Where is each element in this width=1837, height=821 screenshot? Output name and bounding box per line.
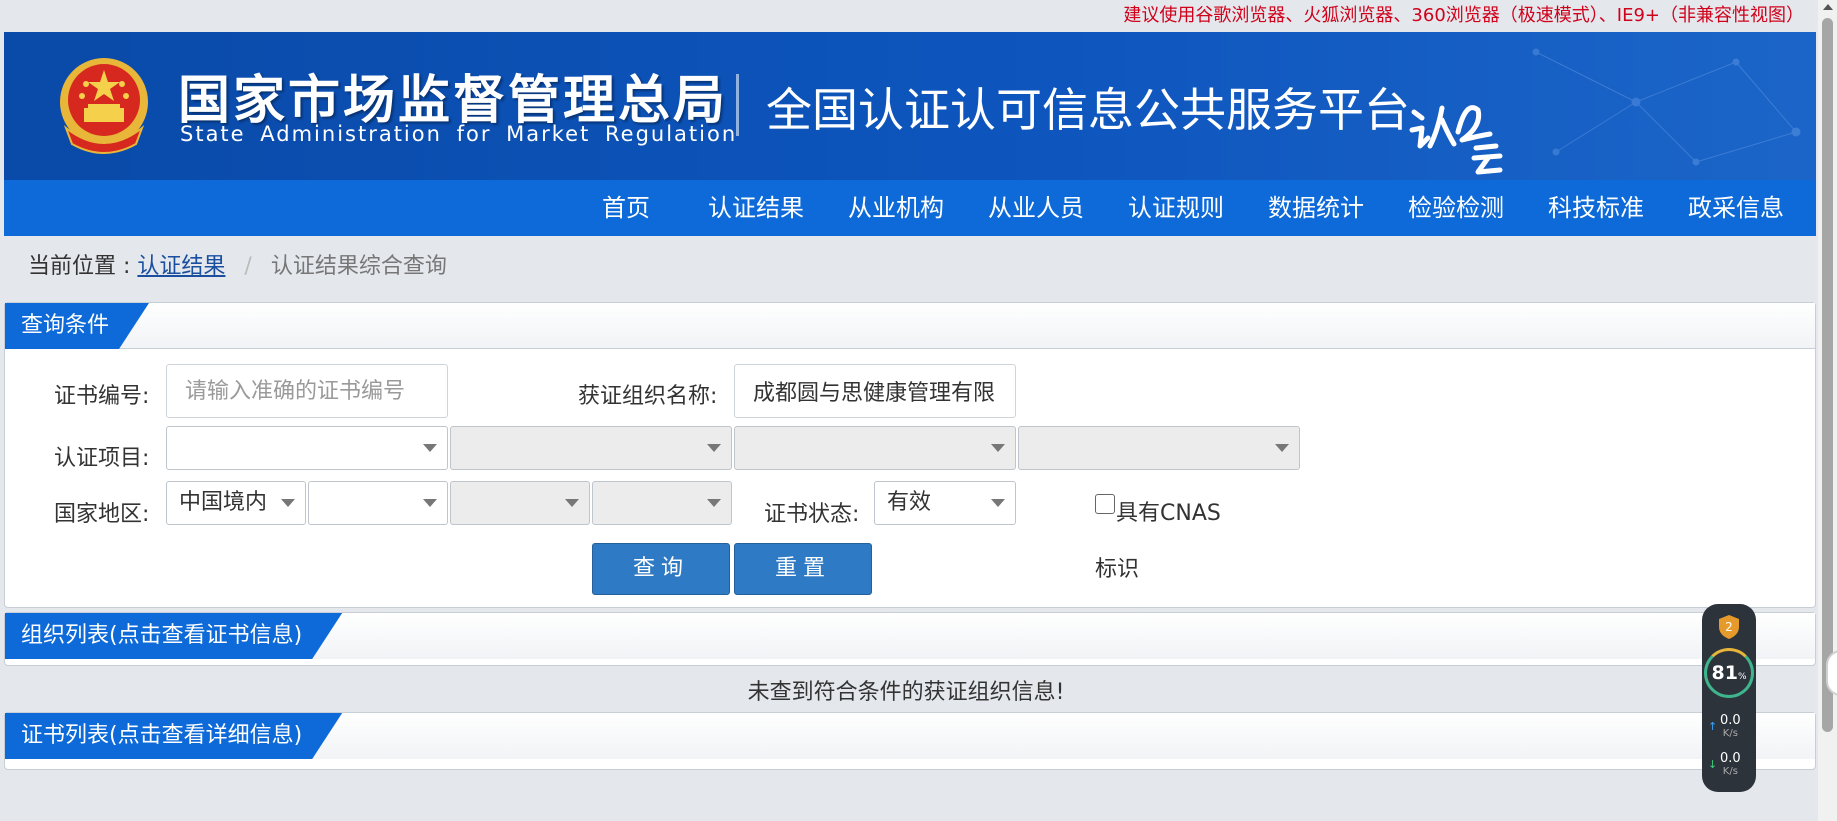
nav-item-procurement[interactable]: 政采信息 — [1666, 180, 1806, 236]
nav-item-rules[interactable]: 认证规则 — [1106, 180, 1246, 236]
cnas-label: 具有CNAS — [1116, 501, 1221, 526]
speed-monitor-widget[interactable]: 2 81% ↑ 0.0 K/s ↓ 0.0 K/s — [1702, 604, 1756, 792]
region-select-city[interactable] — [450, 481, 590, 525]
region-select-country[interactable]: 中国境内 — [166, 481, 306, 525]
org-name-input[interactable] — [734, 364, 1016, 418]
project-select-2[interactable] — [450, 426, 732, 470]
org-list-panel: 组织列表(点击查看证书信息) — [4, 612, 1816, 666]
status-label: 证书状态: — [764, 502, 860, 527]
org-list-title: 组织列表(点击查看证书信息) — [5, 613, 342, 659]
region-select-value: 中国境内 — [179, 490, 268, 515]
page: 建议使用谷歌浏览器、火狐浏览器、360浏览器（极速模式）、IE9+（非兼容性视图… — [0, 0, 1837, 821]
upload-speed-value: 0.0 — [1720, 713, 1741, 728]
usage-percent: 81 — [1711, 662, 1738, 684]
side-float-button[interactable] — [1826, 650, 1837, 696]
upload-arrow-icon: ↑ — [1708, 720, 1718, 733]
region-label: 国家地区: — [54, 502, 150, 527]
breadcrumb: 当前位置 : 认证结果 / 认证结果综合查询 — [28, 248, 447, 280]
nav-item-statistics[interactable]: 数据统计 — [1246, 180, 1386, 236]
cert-list-header: 证书列表(点击查看详细信息) — [5, 713, 1815, 759]
scroll-up-arrow-icon[interactable] — [1823, 4, 1833, 10]
breadcrumb-current: 认证结果综合查询 — [270, 254, 447, 279]
nav-item-cert-results[interactable]: 认证结果 — [686, 180, 826, 236]
project-select-3[interactable] — [734, 426, 1016, 470]
upload-speed: 0.0 K/s — [1720, 714, 1741, 740]
chevron-down-icon — [991, 499, 1005, 507]
nav-item-institutions[interactable]: 从业机构 — [826, 180, 966, 236]
query-panel-title: 查询条件 — [5, 303, 149, 349]
org-name-label: 获证组织名称: — [578, 384, 718, 409]
chevron-down-icon — [565, 499, 579, 507]
breadcrumb-separator: / — [244, 254, 252, 279]
network-decoration — [1532, 48, 1801, 166]
search-button[interactable]: 查询 — [592, 543, 730, 595]
query-panel-header: 查询条件 — [5, 303, 1815, 349]
cert-list-title: 证书列表(点击查看详细信息) — [5, 713, 342, 759]
org-list-empty-message: 未查到符合条件的获证组织信息! — [747, 680, 1065, 705]
cert-list-panel: 证书列表(点击查看详细信息) — [4, 712, 1816, 770]
browser-notice: 建议使用谷歌浏览器、火狐浏览器、360浏览器（极速模式）、IE9+（非兼容性视图… — [1123, 5, 1804, 26]
region-select-district[interactable] — [592, 481, 732, 525]
project-select-4[interactable] — [1018, 426, 1300, 470]
chevron-down-icon — [423, 499, 437, 507]
project-select-1[interactable] — [166, 426, 448, 470]
project-label: 认证项目: — [54, 446, 150, 471]
chevron-down-icon — [423, 444, 437, 452]
usage-percent-unit: % — [1737, 672, 1747, 682]
renyun-logo-icon — [1409, 105, 1503, 175]
cnas-checkbox[interactable] — [1095, 494, 1115, 514]
chevron-down-icon — [991, 444, 1005, 452]
nav-item-standards[interactable]: 科技标准 — [1526, 180, 1666, 236]
chevron-down-icon — [1275, 444, 1289, 452]
download-arrow-icon: ↓ — [1708, 758, 1718, 771]
header-divider — [736, 74, 739, 136]
nav-item-inspection[interactable]: 检验检测 — [1386, 180, 1526, 236]
cnas-label-line2: 标识 — [1095, 557, 1140, 582]
status-select-value: 有效 — [887, 490, 932, 515]
org-name-en: State Administration for Market Regulati… — [180, 122, 738, 146]
reset-button[interactable]: 重置 — [734, 543, 872, 595]
vertical-scrollbar[interactable] — [1818, 0, 1837, 821]
chevron-down-icon — [707, 444, 721, 452]
nav-item-home[interactable]: 首页 — [580, 180, 686, 236]
region-select-province[interactable] — [308, 481, 448, 525]
national-emblem-icon — [60, 58, 148, 154]
breadcrumb-link-cert-results[interactable]: 认证结果 — [137, 254, 225, 279]
download-speed: 0.0 K/s — [1720, 752, 1741, 778]
main-nav: 首页 认证结果 从业机构 从业人员 认证规则 数据统计 检验检测 科技标准 政采… — [4, 180, 1816, 236]
chevron-down-icon — [707, 499, 721, 507]
usage-ring: 81% — [1704, 648, 1754, 698]
breadcrumb-label: 当前位置 : — [28, 254, 131, 279]
shield-badge-count: 2 — [1725, 620, 1733, 634]
org-list-header: 组织列表(点击查看证书信息) — [5, 613, 1815, 659]
cert-no-input[interactable] — [166, 364, 448, 418]
download-speed-value: 0.0 — [1720, 751, 1741, 766]
header-banner: 国家市场监督管理总局 State Administration for Mark… — [4, 32, 1816, 180]
download-speed-unit: K/s — [1722, 766, 1738, 777]
status-select[interactable]: 有效 — [874, 481, 1016, 525]
platform-title: 全国认证认可信息公共服务平台 — [766, 83, 1410, 137]
scrollbar-thumb[interactable] — [1822, 18, 1833, 732]
nav-item-personnel[interactable]: 从业人员 — [966, 180, 1106, 236]
cert-no-label: 证书编号: — [54, 384, 150, 409]
chevron-down-icon — [281, 499, 295, 507]
shield-icon: 2 — [1719, 615, 1739, 639]
upload-speed-unit: K/s — [1722, 728, 1738, 739]
